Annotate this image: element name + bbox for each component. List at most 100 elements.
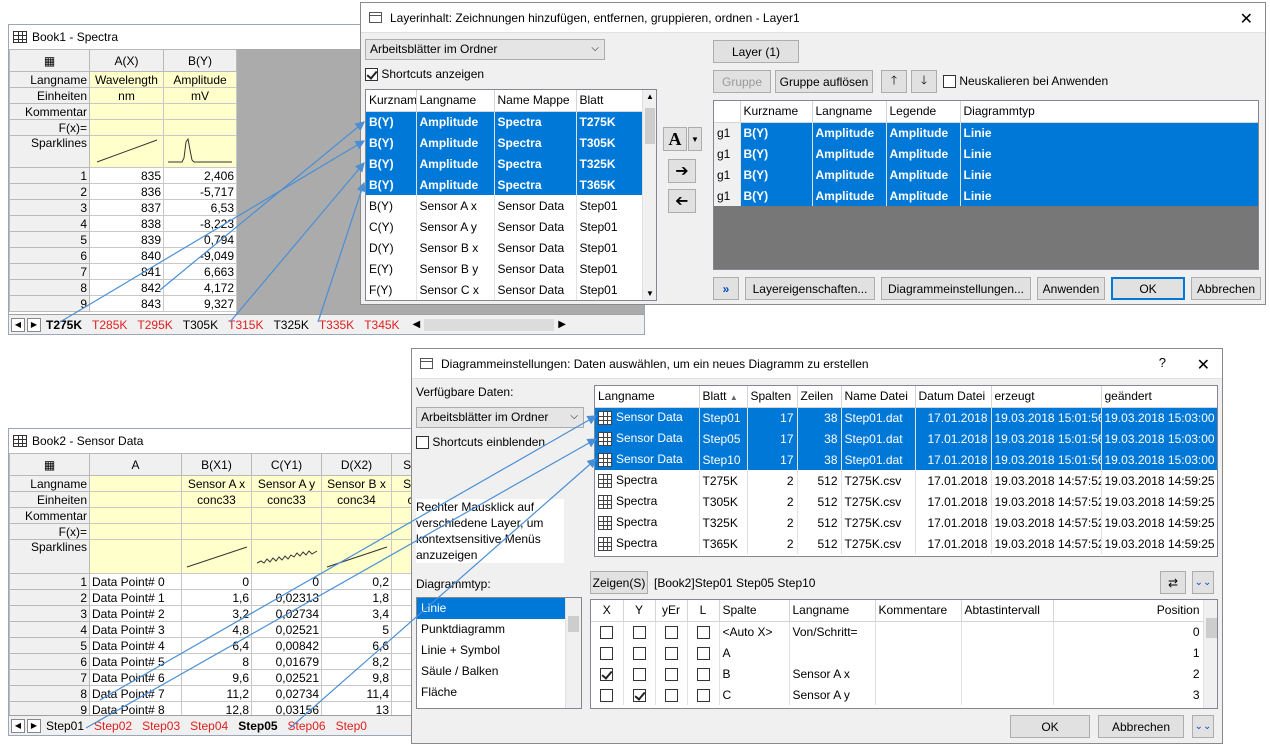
cell-b[interactable]: 9,6 — [181, 669, 252, 686]
row-number[interactable]: 8 — [9, 279, 90, 296]
cell-a[interactable]: Data Point# 1 — [89, 589, 182, 606]
y-checkbox[interactable] — [632, 646, 646, 660]
cancel-button[interactable]: Abbrechen — [1191, 277, 1261, 300]
col-header-d[interactable]: D(X2) — [321, 453, 392, 476]
cell-a[interactable]: 838 — [89, 215, 164, 232]
book1-grid[interactable]: ▦ A(X) B(Y) Langname Wavelength Amplitude … — [9, 49, 237, 312]
cell-b[interactable]: 6,4 — [181, 637, 252, 654]
cell-b-units[interactable]: mV — [163, 87, 237, 104]
add-arrow-button[interactable]: ➔ — [668, 159, 696, 183]
plot-item[interactable]: g1 B(Y) Amplitude Amplitude Linie — [714, 164, 1258, 185]
table-row[interactable]: 7 841 6,663 — [9, 263, 237, 280]
table-row[interactable]: 2 836 -5,717 — [9, 183, 237, 200]
cell-longname-c[interactable]: Sensor A y — [251, 475, 322, 492]
row-label-sparklines[interactable]: Sparklines — [9, 539, 90, 574]
cell-a[interactable]: 837 — [89, 199, 164, 216]
move-up-button[interactable]: 🡑 — [881, 70, 907, 93]
cell-units-d[interactable]: conc34 — [321, 491, 392, 508]
cell-units-c[interactable]: conc33 — [251, 491, 322, 508]
cell-a[interactable]: Data Point# 6 — [89, 669, 182, 686]
cell-d[interactable]: 11,4 — [321, 685, 392, 702]
layer-contents-dialog[interactable]: Layerinhalt: Zeichnungen hinzufügen, ent… — [360, 2, 1266, 305]
book-row[interactable]: Sensor Data Step01 17 38 Step01.dat 17.01.201… — [595, 407, 1217, 428]
column-row[interactable]: A1 — [591, 642, 1204, 663]
tab-step06[interactable]: Step06 — [283, 719, 331, 733]
tab-t295k[interactable]: T295K — [132, 318, 177, 332]
row-number[interactable]: 5 — [9, 231, 90, 248]
cell-a[interactable]: 836 — [89, 183, 164, 200]
ungroup-button[interactable]: Gruppe auflösen — [775, 70, 873, 93]
x-checkbox[interactable] — [600, 688, 614, 702]
book2-titlebar[interactable]: Book2 - Sensor Data — [9, 429, 411, 453]
tab-t285k[interactable]: T285K — [87, 318, 132, 332]
cell-b[interactable]: 4,172 — [163, 279, 237, 296]
cell-a-units[interactable]: nm — [89, 87, 164, 104]
corner-sort-icon[interactable]: ▦ — [9, 453, 90, 476]
y-checkbox[interactable] — [632, 688, 646, 702]
col-position[interactable]: Position — [1053, 600, 1204, 622]
scroll-thumb[interactable] — [568, 616, 579, 632]
source-combo[interactable]: Arbeitsblätter im Ordner ⌵ — [416, 407, 584, 428]
row-number[interactable]: 8 — [9, 685, 90, 702]
row-number[interactable]: 7 — [9, 669, 90, 686]
cell-a[interactable]: Data Point# 0 — [89, 573, 182, 590]
cell-units-b[interactable]: conc33 — [181, 491, 252, 508]
cell-b[interactable]: -8,223 — [163, 215, 237, 232]
book-row[interactable]: Spectra T275K 2 512 T275K.csv 17.01.2018 19.03… — [595, 470, 1217, 491]
col-header-b[interactable]: B(Y) — [163, 49, 237, 72]
table-row[interactable]: 5 839 0,794 — [9, 231, 237, 248]
table-row[interactable]: 1 Data Point# 0 0 0 0,2 — [9, 573, 430, 590]
available-list[interactable]: Kurzname Langname Name Mappe Blatt B(Y)A… — [365, 89, 657, 301]
table-row[interactable]: 4 Data Point# 3 4,8 0,02521 5 — [9, 621, 430, 638]
book-row[interactable]: Spectra T365K 2 512 T275K.csv 17.01.2018 19.03… — [595, 533, 1217, 554]
tab-prev-icon[interactable]: ◀ — [11, 317, 25, 332]
column-row[interactable]: <Auto X> Von/Schritt= 0 — [591, 621, 1204, 642]
col-erzeugt[interactable]: erzeugt — [991, 386, 1102, 408]
row-label-units[interactable]: Einheiten — [9, 87, 90, 104]
table-row[interactable]: 3 837 6,53 — [9, 199, 237, 216]
plot-type-scrollbar[interactable] — [565, 598, 581, 708]
table-row[interactable]: 9 843 9,327 — [9, 295, 237, 312]
plot-type-list[interactable]: Linie Punktdiagramm Linie + Symbol Säule… — [416, 597, 582, 709]
cell-a-formula[interactable] — [89, 119, 164, 136]
list-item[interactable]: B(Y) Amplitude Spectra T325K — [366, 153, 643, 174]
tab-t275k[interactable]: T275K — [41, 318, 87, 332]
scroll-down-icon[interactable]: ▼ — [646, 289, 654, 298]
tab-step01[interactable]: Step01 — [41, 719, 89, 733]
cell-b-longname[interactable]: Amplitude — [163, 71, 237, 88]
plot-type-column[interactable]: Säule / Balken — [417, 661, 581, 682]
row-number[interactable]: 3 — [9, 605, 90, 622]
tab-t345k[interactable]: T345K — [359, 318, 404, 332]
cell-d[interactable]: 3,4 — [321, 605, 392, 622]
cell-c[interactable]: 0,02734 — [251, 685, 322, 702]
tab-t305k[interactable]: T305K — [178, 318, 223, 332]
table-row[interactable]: 7 Data Point# 6 9,6 0,02521 9,8 — [9, 669, 430, 686]
book-row[interactable]: Spectra T305K 2 512 T275K.csv 17.01.2018 19.03… — [595, 491, 1217, 512]
checkbox-unchecked[interactable] — [416, 436, 429, 450]
cell-a[interactable]: 835 — [89, 167, 164, 184]
col-langname[interactable]: Langname — [789, 600, 876, 622]
cell-a[interactable]: Data Point# 4 — [89, 637, 182, 654]
hscroll-right-icon[interactable]: ▶ — [558, 319, 566, 330]
cell-b[interactable]: 2,406 — [163, 167, 237, 184]
book2-window[interactable]: Book2 - Sensor Data ▦ A B(X1) C(Y1) D(X2… — [8, 428, 430, 736]
cell-c[interactable]: 0,02313 — [251, 589, 322, 606]
book2-grid[interactable]: ▦ A B(X1) C(Y1) D(X2) Se Langname Sensor… — [9, 453, 430, 718]
cell-comment[interactable] — [89, 507, 182, 524]
scroll-thumb[interactable] — [645, 108, 655, 144]
cell-b[interactable]: 11,2 — [181, 685, 252, 702]
plot-type-area[interactable]: Fläche — [417, 682, 581, 703]
col-datum-datei[interactable]: Datum Datei — [915, 386, 992, 408]
tab-next-icon[interactable]: ▶ — [27, 317, 41, 332]
cell-d[interactable]: 1,8 — [321, 589, 392, 606]
hscroll-left-icon[interactable]: ◀ — [413, 319, 421, 330]
row-number[interactable]: 9 — [9, 295, 90, 312]
row-number[interactable]: 6 — [9, 653, 90, 670]
plot-setup-dialog[interactable]: Diagrammeinstellungen: Daten auswählen, … — [411, 348, 1223, 744]
show-shortcuts-checkbox[interactable]: Shortcuts einblenden — [416, 435, 545, 450]
cell-a[interactable]: Data Point# 7 — [89, 685, 182, 702]
col-name-datei[interactable]: Name Datei — [841, 386, 916, 408]
yer-checkbox[interactable] — [664, 667, 678, 681]
plot-item[interactable]: g1 B(Y) Amplitude Amplitude Linie — [714, 122, 1258, 143]
checkbox-unchecked[interactable] — [943, 75, 956, 89]
